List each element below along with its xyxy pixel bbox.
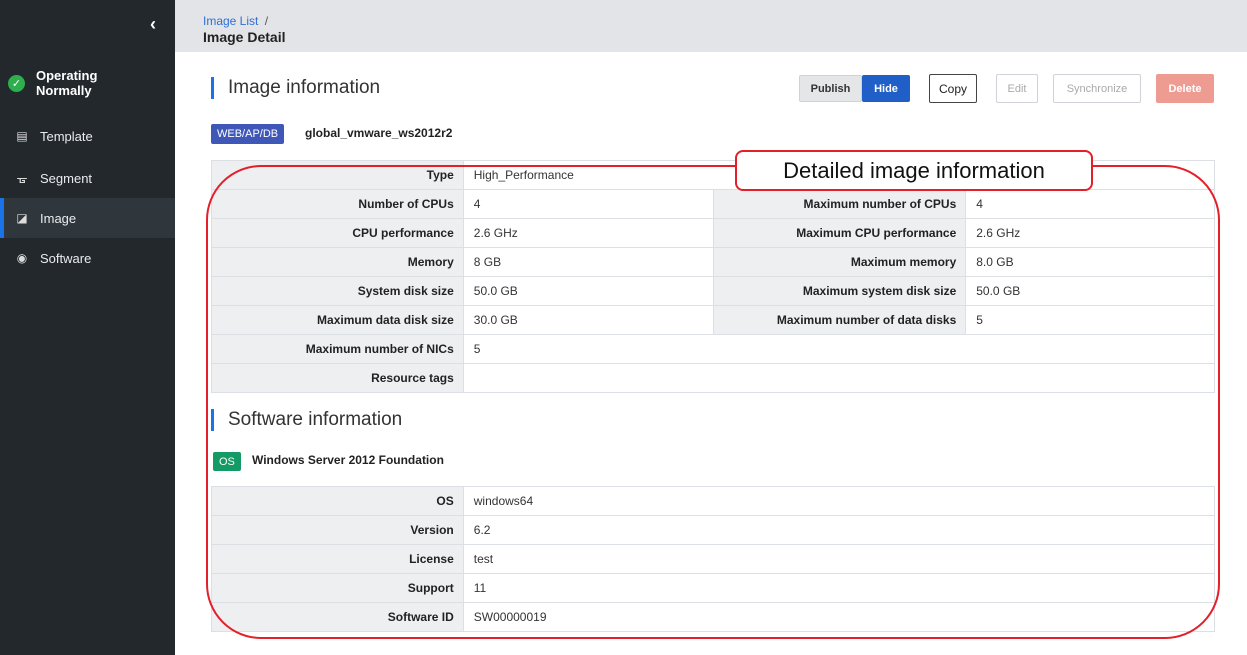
support-value: 11 [462,573,1216,603]
sidebar-item-software[interactable]: ◉ Software [0,238,175,278]
check-circle-icon: ✓ [8,74,25,92]
sidebar-item-label: Template [40,128,93,144]
system-disk-value: 50.0 GB [462,276,715,306]
top-header: Image List / Image Detail [175,0,1247,52]
hide-button[interactable]: Hide [862,75,910,102]
app-window: ‹ ✓ Operating Normally ▤ Template ᚗ Segm… [0,0,1247,655]
max-memory-value: 8.0 GB [965,247,1215,277]
sidebar-item-segment[interactable]: ᚗ Segment [0,158,175,198]
template-icon: ▤ [16,129,28,143]
version-label: Version [211,515,464,545]
resource-tags-label: Resource tags [211,363,464,393]
max-system-disk-value: 50.0 GB [965,276,1215,306]
resource-tags-value [462,363,1216,393]
os-value: windows64 [462,486,1216,516]
image-name: global_vmware_ws2012r2 [305,126,453,140]
image-detail-table: Type High_Performance Number of CPUs 4 M… [211,160,1216,393]
cpu-performance-label: CPU performance [211,218,464,248]
status-line-1: Operating [36,68,98,83]
sidebar-item-image[interactable]: ◪ Image [0,198,175,238]
breadcrumb: Image List / [203,14,268,28]
software-id-label: Software ID [211,602,464,632]
sidebar-item-label: Software [40,250,92,266]
page-title: Image Detail [203,29,286,45]
segment-icon: ᚗ [17,171,27,185]
max-data-disk-size-value: 30.0 GB [462,305,715,335]
table-row: Number of CPUs 4 Maximum number of CPUs … [211,189,1215,219]
collapse-sidebar-icon[interactable]: ‹ [150,14,156,35]
table-row: Resource tags [211,363,1216,393]
version-value: 6.2 [462,515,1216,545]
system-status: ✓ Operating Normally [8,68,97,98]
software-info-section-title: Software information [211,409,402,431]
breadcrumb-link-image-list[interactable]: Image List [203,14,258,28]
cpu-performance-value: 2.6 GHz [462,218,715,248]
table-row: Maximum data disk size 30.0 GB Maximum n… [211,305,1215,335]
support-label: Support [211,573,464,603]
table-row: Software ID SW00000019 [211,602,1216,632]
status-line-2: Normally [36,83,92,98]
software-name: Windows Server 2012 Foundation [252,453,444,467]
software-detail-table: OS windows64 Version 6.2 License test Su… [211,486,1216,632]
software-icon: ◉ [16,251,28,265]
section-accent-bar [211,77,214,99]
memory-value: 8 GB [462,247,715,277]
sidebar-item-label: Segment [40,170,93,186]
max-cpus-label: Maximum number of CPUs [713,189,967,219]
sidebar-item-template[interactable]: ▤ Template [0,116,175,156]
table-row: Memory 8 GB Maximum memory 8.0 GB [211,247,1215,277]
image-icon: ◪ [16,211,28,225]
cpus-value: 4 [462,189,715,219]
table-row: CPU performance 2.6 GHz Maximum CPU perf… [211,218,1215,248]
delete-button[interactable]: Delete [1156,74,1214,103]
copy-button[interactable]: Copy [929,74,977,103]
type-label: Type [211,160,464,190]
max-memory-label: Maximum memory [713,247,967,277]
license-label: License [211,544,464,574]
section-title-text: Image information [228,77,381,98]
table-row: System disk size 50.0 GB Maximum system … [211,276,1215,306]
max-cpus-value: 4 [965,189,1215,219]
section-accent-bar [211,409,214,431]
table-row: Support 11 [211,573,1216,603]
max-data-disk-size-label: Maximum data disk size [211,305,464,335]
section-title-text: Software information [228,409,403,430]
publish-button[interactable]: Publish [799,75,862,102]
annotation-label: Detailed image information [735,150,1093,191]
os-badge: OS [213,452,241,471]
os-label: OS [211,486,464,516]
max-nics-value: 5 [462,334,1216,364]
sidebar: ‹ ✓ Operating Normally ▤ Template ᚗ Segm… [0,0,175,655]
image-info-section-title: Image information [211,77,380,99]
software-id-value: SW00000019 [462,602,1216,632]
edit-button[interactable]: Edit [996,74,1038,103]
max-cpu-performance-value: 2.6 GHz [965,218,1215,248]
max-system-disk-label: Maximum system disk size [713,276,967,306]
memory-label: Memory [211,247,464,277]
table-row: Maximum number of NICs 5 [211,334,1216,364]
table-row: OS windows64 [211,486,1216,516]
max-data-disks-value: 5 [965,305,1215,335]
sidebar-item-label: Image [40,210,77,226]
license-value: test [462,544,1216,574]
table-row: Version 6.2 [211,515,1216,545]
breadcrumb-separator: / [264,14,269,28]
table-row: License test [211,544,1216,574]
max-data-disks-label: Maximum number of data disks [713,305,967,335]
max-nics-label: Maximum number of NICs [211,334,464,364]
image-category-badge: WEB/AP/DB [211,124,285,144]
max-cpu-performance-label: Maximum CPU performance [713,218,967,248]
synchronize-button[interactable]: Synchronize [1053,74,1141,103]
cpus-label: Number of CPUs [211,189,464,219]
system-disk-label: System disk size [211,276,464,306]
